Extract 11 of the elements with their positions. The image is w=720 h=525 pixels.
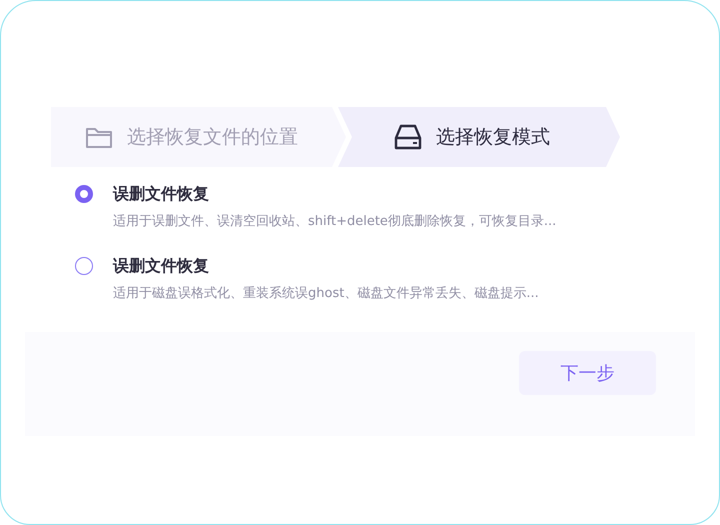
- option-title: 误删文件恢复: [113, 184, 209, 204]
- step-tab[interactable]: 选择恢复模式: [338, 107, 620, 167]
- option-title: 误删文件恢复: [113, 256, 209, 276]
- folder-icon: [85, 125, 113, 149]
- option-description: 适用于磁盘误格式化、重装系统误ghost、磁盘文件异常丢失、磁盘提示...: [113, 285, 540, 302]
- radio-button[interactable]: [75, 257, 93, 275]
- drive-icon: [394, 124, 422, 150]
- option-description: 适用于误删文件、误清空回收站、shift+delete彻底删除恢复，可恢复目录...: [113, 213, 558, 230]
- radio-button[interactable]: [75, 185, 93, 203]
- next-button[interactable]: 下一步: [519, 351, 656, 395]
- step-tab[interactable]: 选择恢复文件的位置: [51, 107, 346, 167]
